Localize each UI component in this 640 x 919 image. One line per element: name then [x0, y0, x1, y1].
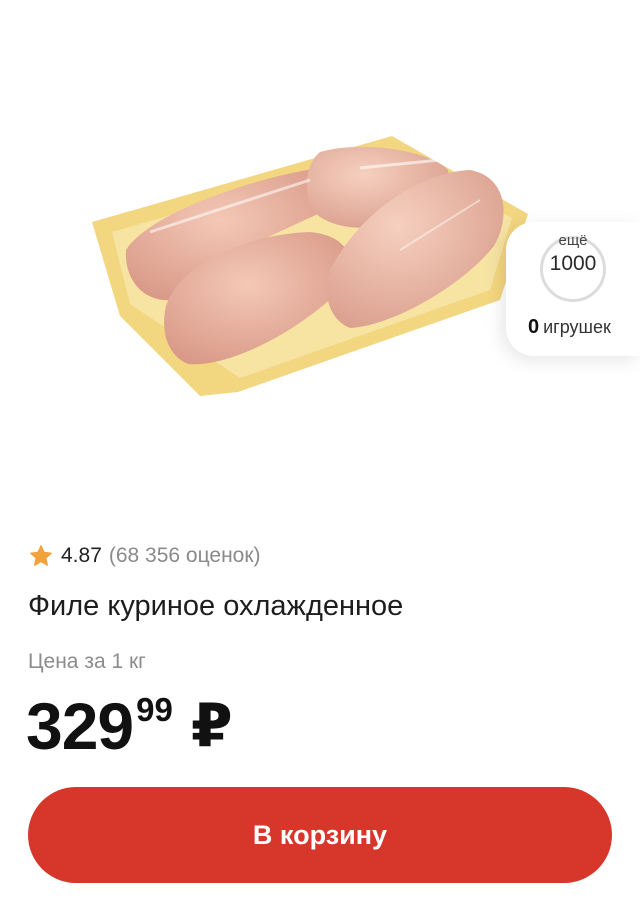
price-currency: ₽: [190, 692, 233, 759]
rating-value: 4.87: [61, 544, 102, 567]
price-fraction: 99: [136, 691, 173, 728]
price-unit-label: Цена за 1 кг: [28, 650, 146, 673]
price-integer: 329: [26, 689, 134, 763]
add-to-cart-button[interactable]: В корзину: [28, 787, 612, 883]
rating-count: (68 356 оценок): [108, 544, 261, 567]
toy-count-line: 0 игрушек: [528, 316, 611, 339]
toy-target: 1000: [549, 252, 597, 275]
product-title: Филе куриное охлажденное: [28, 590, 404, 622]
toy-more-label: ещё: [558, 232, 588, 249]
toy-counter-widget[interactable]: ещё 1000 0 игрушек: [506, 222, 640, 356]
price: 329 99 ₽: [26, 686, 233, 766]
rating-row[interactable]: 4.87 (68 356 оценок): [29, 541, 261, 571]
toy-count-label: игрушек: [543, 317, 611, 337]
star-icon: [30, 545, 52, 566]
toy-count: 0: [528, 316, 540, 338]
